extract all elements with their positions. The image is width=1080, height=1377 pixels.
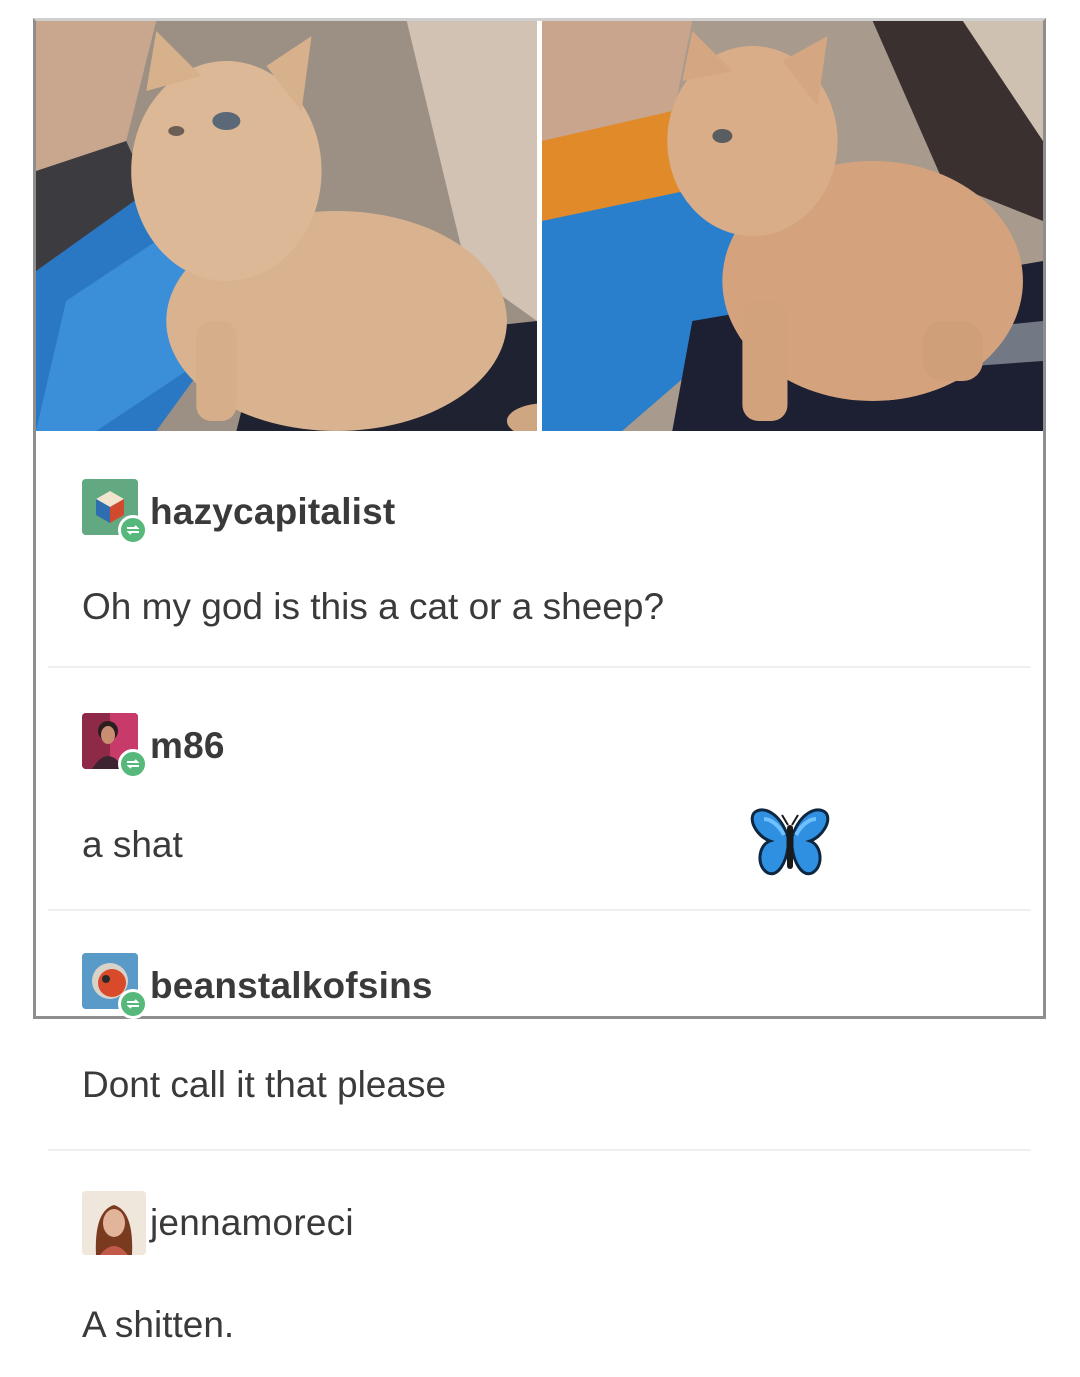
username[interactable]: m86 [150,725,225,767]
tumblr-post-card: hazycapitalist Oh my god is this a cat o… [33,18,1046,1345]
cat-photo-right[interactable] [542,21,1043,431]
divider [48,1149,1031,1151]
username[interactable]: jennamoreci [150,1202,354,1244]
post-header-3: beanstalkofsins [82,953,433,1019]
post-header-1: hazycapitalist [82,479,395,545]
reblog-icon [118,515,148,545]
divider [48,666,1031,668]
avatar[interactable] [82,713,148,779]
username[interactable]: hazycapitalist [150,491,395,533]
woman-photo-avatar [82,1191,146,1255]
photo-set [36,21,1043,431]
post-text: Oh my god is this a cat or a sheep? [82,586,665,627]
avatar[interactable] [82,953,148,1019]
post-text: a shat [82,824,183,865]
post-header-4: jennamoreci [82,1191,354,1255]
avatar[interactable] [82,479,148,545]
avatar[interactable] [82,1191,146,1255]
divider [48,909,1031,911]
post-header-2: m86 [82,713,225,779]
reblog-icon [118,989,148,1019]
butterfly-emoji [750,807,830,881]
post-text: Dont call it that please [82,1064,447,1105]
reblog-icon [118,749,148,779]
cat-photo-left[interactable] [36,21,537,431]
post-text: A shitten. [82,1304,235,1345]
username[interactable]: beanstalkofsins [150,965,433,1007]
